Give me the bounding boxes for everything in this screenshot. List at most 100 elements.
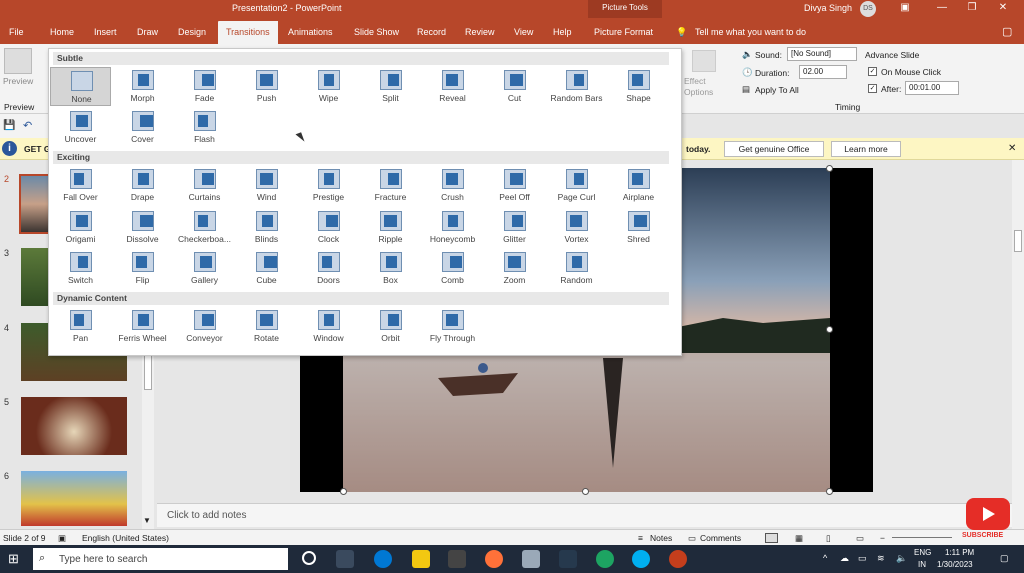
ribbon-display-icon[interactable]: ▣ [898,2,912,13]
transition-option[interactable]: Fracture [360,166,421,205]
transition-option[interactable]: Drape [112,166,173,205]
notes-button[interactable]: Notes [650,533,672,543]
resize-handle[interactable] [582,488,589,495]
transition-option[interactable]: Uncover [50,108,111,147]
tab-help[interactable]: Help [553,27,572,37]
powerpoint-taskbar-icon[interactable] [669,550,687,568]
avatar[interactable]: DS [860,1,876,17]
close-button[interactable]: ✕ [996,2,1010,13]
tab-review[interactable]: Review [465,27,495,37]
resize-handle[interactable] [826,326,833,333]
restore-button[interactable]: ❐ [965,2,979,13]
tell-me-input[interactable]: Tell me what you want to do [695,27,806,37]
preview-button-label[interactable]: Preview [3,76,33,86]
transition-option[interactable]: Airplane [608,166,669,205]
clock-date[interactable]: 1/30/2023 [937,560,973,569]
resize-handle[interactable] [826,488,833,495]
task-view-icon[interactable] [336,550,354,568]
transition-option[interactable]: Gallery [174,249,235,288]
transition-option[interactable]: Dissolve [112,208,173,247]
transition-option[interactable]: Flash [174,108,235,147]
transition-option[interactable]: Origami [50,208,111,247]
transition-option[interactable]: Cut [484,67,545,106]
minimize-button[interactable]: — [935,2,949,13]
volume-icon[interactable]: 🔈 [896,553,907,564]
notification-icon[interactable]: ▢ [1000,553,1009,564]
transition-option[interactable]: Morph [112,67,173,106]
app-icon[interactable] [522,550,540,568]
undo-icon[interactable]: ↶ [23,119,32,132]
transition-option[interactable]: Comb [422,249,483,288]
tab-view[interactable]: View [514,27,533,37]
slide-scrollbar[interactable] [1012,160,1024,529]
youtube-subscribe-icon[interactable] [966,498,1010,530]
taskbar-search-box[interactable]: ⌕ Type here to search [33,548,288,570]
reading-view-icon[interactable]: ▯ [826,533,831,544]
transition-option[interactable]: Vortex [546,208,607,247]
get-genuine-office-button[interactable]: Get genuine Office [724,141,824,157]
tab-picture-format[interactable]: Picture Format [594,27,653,37]
transition-option[interactable]: Cube [236,249,297,288]
normal-view-icon[interactable] [765,533,778,543]
comments-icon[interactable]: ▢ [1002,25,1012,38]
transition-option[interactable]: Doors [298,249,359,288]
slideshow-view-icon[interactable]: ▭ [856,533,864,544]
user-name[interactable]: Divya Singh [804,3,852,13]
skype-icon[interactable] [632,550,650,568]
edge-icon[interactable] [374,550,392,568]
zoom-out-icon[interactable]: − [880,533,885,543]
notes-pane[interactable]: Click to add notes [157,503,1012,527]
scroll-down-icon[interactable]: ▼ [143,516,151,525]
transition-option[interactable]: Page Curl [546,166,607,205]
learn-more-button[interactable]: Learn more [831,141,901,157]
language-indicator[interactable]: English (United States) [82,533,169,543]
transition-option[interactable]: Wipe [298,67,359,106]
network-icon[interactable]: ▭ [858,553,867,564]
transition-option[interactable]: Curtains [174,166,235,205]
effect-options-label[interactable]: Effect Options [684,76,726,98]
tab-draw[interactable]: Draw [137,27,158,37]
transition-option[interactable]: Fly Through [422,307,483,346]
tab-home[interactable]: Home [50,27,74,37]
transition-option[interactable]: Push [236,67,297,106]
zoom-slider[interactable] [892,537,952,538]
transition-option[interactable]: Random Bars [546,67,607,106]
tab-animations[interactable]: Animations [288,27,333,37]
transition-option[interactable]: Honeycomb [422,208,483,247]
store-icon[interactable] [448,550,466,568]
scrollbar-thumb[interactable] [1014,230,1022,252]
save-icon[interactable]: 💾 [3,120,15,131]
notes-icon[interactable]: ≡ [638,533,643,543]
transition-option[interactable]: Ripple [360,208,421,247]
slide-thumbnail[interactable] [21,397,127,455]
transition-option[interactable]: Prestige [298,166,359,205]
transition-option[interactable]: Conveyor [174,307,235,346]
chrome-icon[interactable] [596,550,614,568]
transition-option[interactable]: Fall Over [50,166,111,205]
transition-option[interactable]: Ferris Wheel [112,307,173,346]
transition-option[interactable]: Switch [50,249,111,288]
tab-record[interactable]: Record [417,27,446,37]
wifi-icon[interactable]: ≋ [877,553,885,564]
scrollbar-thumb[interactable] [144,355,152,390]
transition-option[interactable]: Box [360,249,421,288]
windows-start-icon[interactable]: ⊞ [8,551,19,567]
language-code[interactable]: ENG [914,548,931,557]
transition-option[interactable]: Wind [236,166,297,205]
cloud-icon[interactable]: ☁ [840,553,849,564]
spell-check-icon[interactable]: ▣ [58,533,66,544]
transition-option[interactable]: Glitter [484,208,545,247]
after-checkbox[interactable]: ✓ [868,84,877,93]
tab-insert[interactable]: Insert [94,27,117,37]
transition-option[interactable]: Cover [112,108,173,147]
transition-option[interactable]: Reveal [422,67,483,106]
clock-time[interactable]: 1:11 PM [945,548,974,557]
transition-option[interactable]: Window [298,307,359,346]
apply-to-all-button[interactable]: Apply To All [755,85,799,95]
comments-status-icon[interactable]: ▭ [688,533,696,544]
transition-option[interactable]: Shape [608,67,669,106]
after-field[interactable]: 00:01.00 [905,81,959,95]
transition-option[interactable]: None [50,67,111,106]
resize-handle[interactable] [340,488,347,495]
transition-option[interactable]: Pan [50,307,111,346]
